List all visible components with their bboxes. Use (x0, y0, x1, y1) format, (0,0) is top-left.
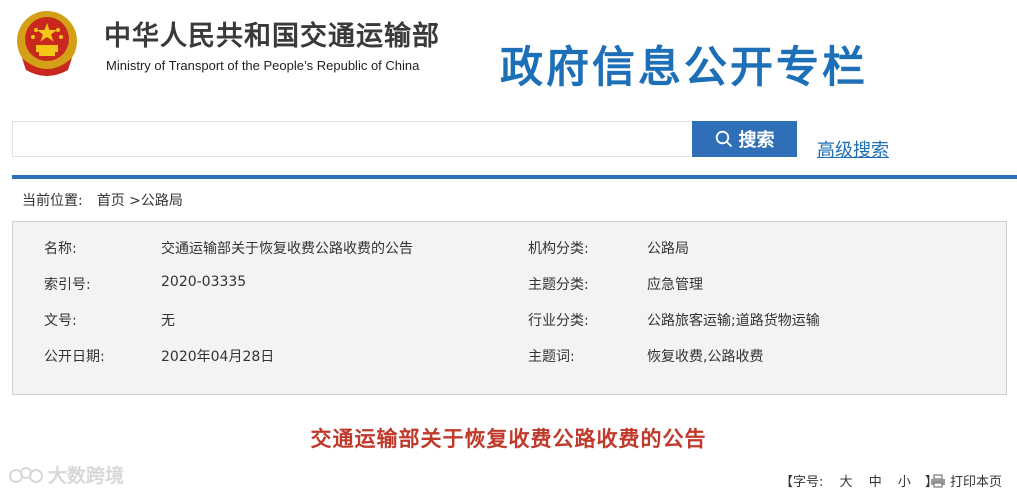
document-title: 交通运输部关于恢复收费公路收费的公告 (310, 427, 707, 451)
document-metadata-box: 名称: 交通运输部关于恢复收费公路收费的公告 机构分类: 公路局 索引号: 20… (12, 221, 1007, 395)
font-size-large[interactable]: 大 (840, 475, 853, 490)
advanced-search-link[interactable]: 高级搜索 (817, 136, 889, 162)
breadcrumb-current-link[interactable]: >公路局 (129, 193, 183, 209)
print-page-button[interactable]: 打印本页 (930, 471, 1002, 490)
name-value: 交通运输部关于恢复收费公路收费的公告 (161, 241, 413, 257)
agency-category-label: 机构分类: (528, 241, 589, 257)
document-number-value: 无 (161, 313, 175, 329)
header-divider (12, 175, 1017, 179)
breadcrumb: 当前位置: 首页 >公路局 (22, 190, 183, 210)
printer-icon (931, 473, 945, 488)
topic-category-value: 应急管理 (647, 277, 703, 293)
index-number-label: 索引号: (44, 277, 91, 293)
search-button[interactable]: 搜索 (692, 121, 797, 157)
font-size-small[interactable]: 小 (898, 475, 911, 490)
document-number-label: 文号: (44, 313, 77, 329)
search-input[interactable] (12, 121, 690, 157)
print-page-label: 打印本页 (950, 475, 1003, 490)
breadcrumb-prefix: 当前位置: (22, 193, 83, 209)
watermark-logo-icon (9, 466, 43, 483)
industry-category-label: 行业分类: (528, 313, 589, 329)
agency-category-value: 公路局 (647, 241, 689, 257)
font-size-tools: 【字号: 大 中 小 】 (780, 471, 938, 490)
ministry-name-en: Ministry of Transport of the People’s Re… (106, 58, 420, 73)
search-button-label: 搜索 (738, 130, 775, 150)
name-label: 名称: (44, 241, 77, 257)
font-size-label: 【字号: (780, 475, 824, 490)
national-emblem-icon (12, 8, 82, 80)
index-number-value: 2020-03335 (161, 274, 247, 290)
industry-category-value: 公路旅客运输;道路货物运输 (647, 313, 820, 329)
watermark: 大数跨境 (8, 461, 124, 488)
search-icon (715, 130, 732, 147)
keywords-label: 主题词: (528, 349, 575, 365)
keywords-value: 恢复收费,公路收费 (647, 349, 764, 365)
section-title: 政府信息公开专栏 (500, 43, 868, 93)
ministry-name-cn: 中华人民共和国交通运输部 (104, 21, 440, 52)
breadcrumb-home-link[interactable]: 首页 (97, 193, 125, 209)
publish-date-value: 2020年04月28日 (161, 349, 275, 365)
font-size-medium[interactable]: 中 (869, 475, 882, 490)
publish-date-label: 公开日期: (44, 349, 105, 365)
watermark-text: 大数跨境 (48, 465, 125, 487)
topic-category-label: 主题分类: (528, 277, 589, 293)
